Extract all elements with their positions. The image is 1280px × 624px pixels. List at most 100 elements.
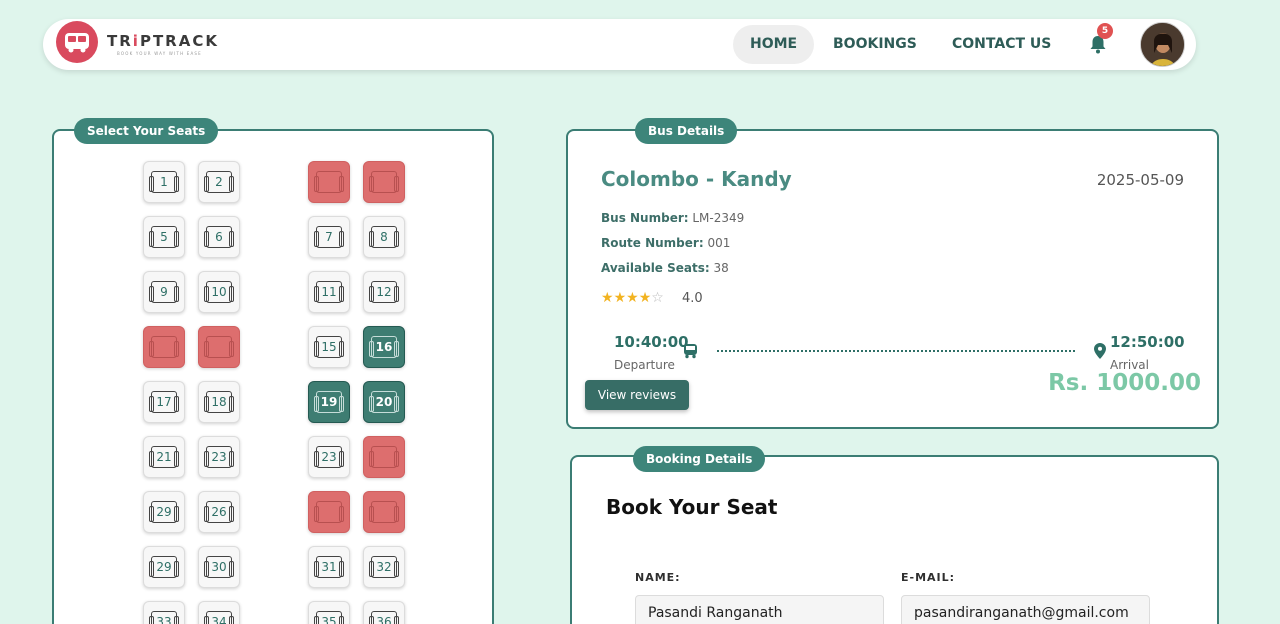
seat-1[interactable]: 1: [143, 161, 185, 203]
bus-logo-icon[interactable]: [56, 21, 98, 63]
seat-icon: 12: [369, 281, 399, 303]
seat-booked-27[interactable]: [308, 491, 350, 533]
seat-23[interactable]: 23: [198, 436, 240, 478]
seat-booked-13[interactable]: [143, 326, 185, 368]
seat-icon: 2: [204, 171, 234, 193]
rating-value: 4.0: [682, 291, 703, 306]
available-seats-row: Available Seats: 38: [601, 261, 729, 275]
seat-29[interactable]: 29: [143, 491, 185, 533]
seat-icon: 15: [314, 336, 344, 358]
seat-icon: [369, 446, 399, 468]
seat-icon: 21: [149, 446, 179, 468]
seat-number: 10: [211, 285, 227, 299]
location-pin-icon: [1094, 343, 1106, 359]
seat-number: 11: [321, 285, 337, 299]
route-title: Colombo - Kandy: [601, 167, 792, 191]
seat-7[interactable]: 7: [308, 216, 350, 258]
seat-5[interactable]: 5: [143, 216, 185, 258]
seat-icon: 1: [149, 171, 179, 193]
seat-icon: 6: [204, 226, 234, 248]
nav-contact-us[interactable]: CONTACT US: [935, 25, 1068, 64]
seat-number: 31: [321, 560, 337, 574]
seat-icon: 17: [149, 391, 179, 413]
seat-35[interactable]: 35: [308, 601, 350, 624]
seat-booked-24[interactable]: [363, 436, 405, 478]
star-rating: ★★★★☆: [601, 290, 664, 306]
seat-number: 1: [160, 175, 168, 189]
seat-number: 15: [321, 340, 337, 354]
departure-time: 10:40:00: [614, 333, 689, 351]
seat-20[interactable]: 20: [363, 381, 405, 423]
seat-34[interactable]: 34: [198, 601, 240, 624]
seat-icon: 29: [149, 501, 179, 523]
bus-number-row: Bus Number: LM-2349: [601, 211, 745, 225]
travel-date: 2025-05-09: [1096, 171, 1184, 189]
departure-label: Departure: [614, 358, 675, 372]
seat-booked-3[interactable]: [308, 161, 350, 203]
seat-icon: 9: [149, 281, 179, 303]
ticket-price: Rs. 1000.00: [1048, 370, 1201, 396]
seat-9[interactable]: 9: [143, 271, 185, 313]
seat-icon: 8: [369, 226, 399, 248]
seat-number: 20: [375, 395, 393, 409]
view-reviews-button[interactable]: View reviews: [585, 380, 689, 410]
seat-29[interactable]: 29: [143, 546, 185, 588]
seat-36[interactable]: 36: [363, 601, 405, 624]
seat-23[interactable]: 23: [308, 436, 350, 478]
seat-26[interactable]: 26: [198, 491, 240, 533]
seat-number: 23: [211, 450, 227, 464]
seat-31[interactable]: 31: [308, 546, 350, 588]
seat-21[interactable]: 21: [143, 436, 185, 478]
seat-icon: 18: [204, 391, 234, 413]
seat-30[interactable]: 30: [198, 546, 240, 588]
email-field[interactable]: [901, 595, 1150, 624]
arrival-time: 12:50:00: [1110, 333, 1185, 351]
seat-10[interactable]: 10: [198, 271, 240, 313]
seat-icon: 36: [369, 611, 399, 624]
seat-number: 26: [211, 505, 227, 519]
seat-booked-4[interactable]: [363, 161, 405, 203]
seat-2[interactable]: 2: [198, 161, 240, 203]
email-label: E-MAIL:: [901, 571, 956, 584]
seat-11[interactable]: 11: [308, 271, 350, 313]
seat-number: 9: [160, 285, 168, 299]
seat-16[interactable]: 16: [363, 326, 405, 368]
seat-icon: [314, 501, 344, 523]
seat-18[interactable]: 18: [198, 381, 240, 423]
seat-number: 16: [375, 340, 393, 354]
seat-12[interactable]: 12: [363, 271, 405, 313]
seat-number: 17: [156, 395, 172, 409]
avatar[interactable]: [1140, 22, 1185, 67]
seat-17[interactable]: 17: [143, 381, 185, 423]
seat-6[interactable]: 6: [198, 216, 240, 258]
seat-number: 30: [211, 560, 227, 574]
seat-booked-28[interactable]: [363, 491, 405, 533]
route-number-row: Route Number: 001: [601, 236, 731, 250]
seat-number: 2: [215, 175, 223, 189]
seat-icon: 20: [369, 391, 399, 413]
seat-icon: 32: [369, 556, 399, 578]
seat-number: 33: [156, 615, 172, 624]
brand-name[interactable]: TRiPTRACK: [107, 32, 219, 50]
route-line: [717, 350, 1075, 352]
seat-icon: 33: [149, 611, 179, 624]
seat-icon: 10: [204, 281, 234, 303]
seat-33[interactable]: 33: [143, 601, 185, 624]
nav-bookings[interactable]: BOOKINGS: [816, 25, 934, 64]
seat-8[interactable]: 8: [363, 216, 405, 258]
name-field[interactable]: [635, 595, 884, 624]
seat-booked-14[interactable]: [198, 326, 240, 368]
seat-19[interactable]: 19: [308, 381, 350, 423]
nav-home[interactable]: HOME: [733, 25, 815, 64]
seat-number: 6: [215, 230, 223, 244]
seat-selection-panel: 1 2 5 6 7 8 9 10 11 12 15 16 17 18 19 20 21 23 23 29 26 29 30 3…: [52, 129, 494, 624]
seat-15[interactable]: 15: [308, 326, 350, 368]
seat-icon: [369, 501, 399, 523]
seat-icon: [204, 336, 234, 358]
seat-number: 32: [376, 560, 392, 574]
seat-number: 35: [321, 615, 337, 624]
seat-number: 29: [156, 505, 172, 519]
name-label: NAME:: [635, 571, 681, 584]
seat-icon: 26: [204, 501, 234, 523]
seat-32[interactable]: 32: [363, 546, 405, 588]
